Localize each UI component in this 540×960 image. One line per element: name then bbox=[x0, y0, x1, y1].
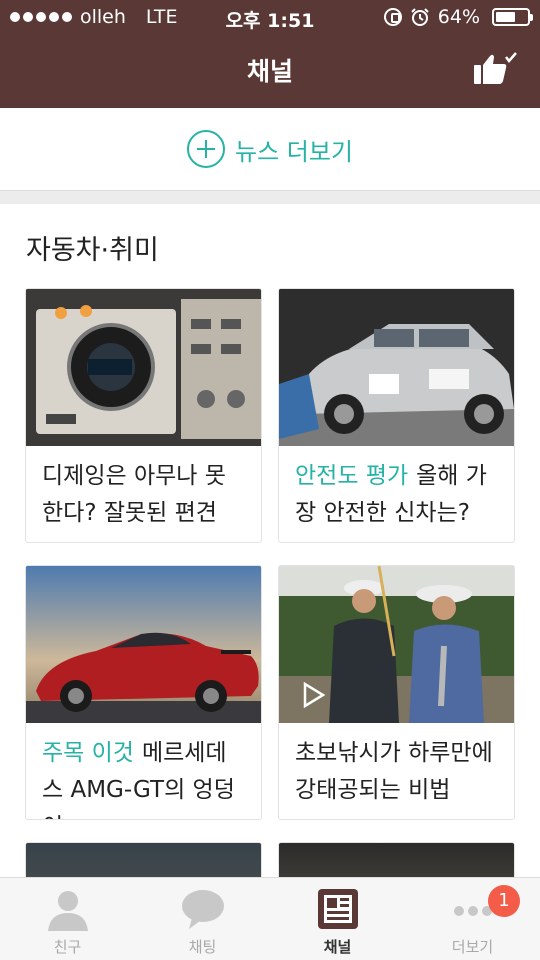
tab-friends[interactable]: 친구 bbox=[0, 878, 135, 960]
card-text: 초보낚시가 하루만에 강태공되는 비법 bbox=[295, 740, 493, 803]
card-thumbnail-dj-mixer bbox=[26, 289, 261, 446]
channel-card[interactable]: 안전도 평가 올해 가장 안전한 신차는? bbox=[278, 288, 515, 543]
top-bar: olleh LTE 오후 1:51 64% 채널 bbox=[0, 0, 540, 108]
channel-card[interactable]: 초보낚시가 하루만에 강태공되는 비법 bbox=[278, 565, 515, 820]
battery-level bbox=[496, 12, 515, 22]
person-icon bbox=[48, 891, 88, 931]
bottom-tab-bar: 친구 채팅 채널 1 더보기 bbox=[0, 877, 540, 960]
tab-channel[interactable]: 채널 bbox=[270, 878, 405, 960]
card-tag: 안전도 평가 bbox=[295, 463, 409, 489]
notification-badge: 1 bbox=[488, 885, 520, 917]
dj-mixer-image bbox=[26, 289, 261, 446]
section-divider bbox=[0, 190, 540, 204]
card-caption: 안전도 평가 올해 가장 안전한 신차는? bbox=[279, 446, 514, 542]
tab-label: 채팅 bbox=[188, 938, 217, 956]
card-thumbnail-amg-gt bbox=[26, 566, 261, 723]
red-sports-car-image bbox=[26, 566, 261, 723]
tab-label: 친구 bbox=[53, 938, 82, 956]
card-caption: 초보낚시가 하루만에 강태공되는 비법 bbox=[279, 723, 514, 819]
page-title: 채널 bbox=[246, 57, 293, 86]
news-more-label: 뉴스 더보기 bbox=[234, 137, 354, 166]
channel-card[interactable]: 주목 이것메르세데스 AMG-GT의 엉덩이 bbox=[25, 565, 262, 820]
card-text: 디제잉은 아무나 못한다? 잘못된 편견 bbox=[42, 463, 226, 526]
card-caption: 디제잉은 아무나 못한다? 잘못된 편견 bbox=[26, 446, 261, 542]
status-right: 64% bbox=[383, 6, 533, 28]
news-more-button[interactable]: 뉴스 더보기 bbox=[0, 108, 540, 190]
channel-news-icon bbox=[318, 889, 358, 929]
card-tag: 주목 이것 bbox=[42, 740, 134, 766]
thumbs-up-check-icon[interactable] bbox=[472, 52, 518, 86]
fishing-video-image bbox=[279, 566, 514, 723]
tab-chat[interactable]: 채팅 bbox=[135, 878, 270, 960]
battery-percent: 64% bbox=[437, 6, 480, 28]
card-caption: 주목 이것메르세데스 AMG-GT의 엉덩이 bbox=[26, 723, 261, 819]
alarm-clock-icon bbox=[411, 8, 429, 26]
section-title: 자동차·취미 bbox=[26, 235, 159, 266]
status-bar: olleh LTE 오후 1:51 64% bbox=[0, 0, 540, 36]
chat-bubble-icon bbox=[182, 890, 224, 929]
card-thumbnail-fishing bbox=[279, 566, 514, 723]
tab-label: 더보기 bbox=[451, 938, 494, 956]
card-thumbnail-crash-test bbox=[279, 289, 514, 446]
tab-label: 채널 bbox=[323, 938, 352, 956]
rotation-lock-icon bbox=[383, 8, 402, 26]
channel-card[interactable] bbox=[278, 842, 515, 882]
tab-more[interactable]: 1 더보기 bbox=[405, 878, 540, 960]
crash-test-car-image bbox=[279, 289, 514, 446]
channel-card[interactable]: 디제잉은 아무나 못한다? 잘못된 편견 bbox=[25, 288, 262, 543]
battery-icon bbox=[492, 8, 533, 26]
plus-circle-icon bbox=[186, 130, 225, 168]
channel-card[interactable] bbox=[25, 842, 262, 882]
